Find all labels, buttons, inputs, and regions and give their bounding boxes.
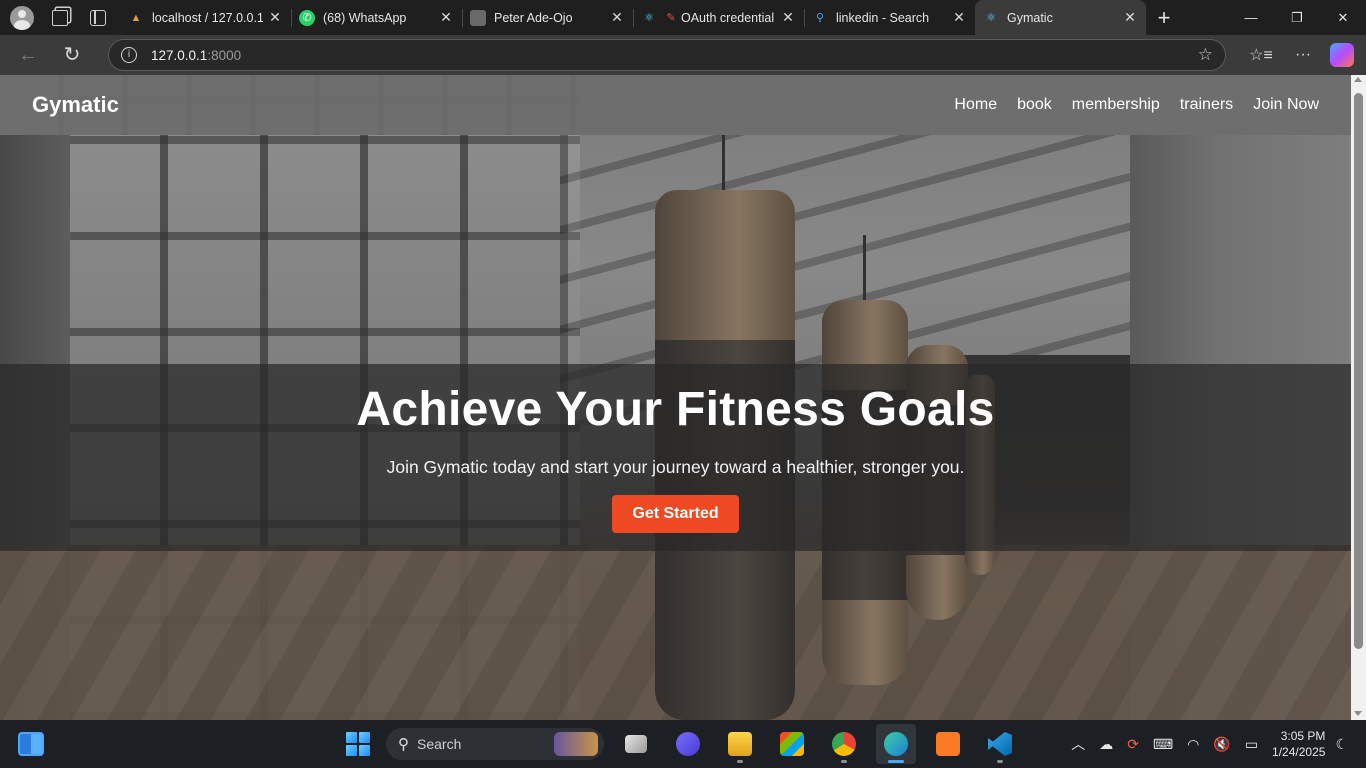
tab-title: localhost / 127.0.0.1 [152,10,263,25]
tab-title: (68) WhatsApp [323,10,407,25]
sync-icon[interactable]: ⟳ [1127,736,1139,753]
chevron-up-icon[interactable]: ︿ [1071,734,1085,754]
get-started-button[interactable]: Get Started [612,495,739,533]
search-highlight-icon [554,732,598,756]
favorite-star-icon[interactable]: ☆ [1198,45,1213,65]
tab-title: linkedin - Search [836,10,930,25]
tab-title: Gymatic [1007,10,1053,25]
xampp-icon[interactable] [928,724,968,764]
site-info-icon[interactable]: i [121,47,137,63]
site-menu: Home book membership trainers Join Now [934,96,1319,114]
close-tab-icon[interactable]: ✕ [438,9,454,26]
browser-tab-strip: ▲ localhost / 127.0.0.1 ✕ ✆ (68) WhatsAp… [0,0,1366,35]
tab-title: Peter Ade-Ojo [494,10,573,25]
react-icon: ⚛ [644,12,654,24]
store-icon[interactable] [772,724,812,764]
favorites-icon[interactable]: ☆≡ [1240,45,1282,65]
url-port: :8000 [207,47,242,63]
clock-date: 1/24/2025 [1272,745,1326,759]
close-tab-icon[interactable]: ✕ [267,9,283,26]
tab-title: OAuth credential [681,10,775,25]
tab-linkedin-search[interactable]: ⚲ linkedin - Search ✕ [804,0,975,35]
nav-membership-link[interactable]: membership [1072,96,1160,114]
wifi-icon[interactable]: ◠ [1187,736,1199,753]
running-indicator [997,760,1003,763]
keyboard-icon[interactable]: ⌨ [1153,736,1173,753]
search-icon: ⚲ [815,12,825,24]
reload-icon[interactable]: ↻ [54,39,90,71]
tab-profile[interactable]: Peter Ade-Ojo ✕ [462,0,633,35]
nav-join-now-link[interactable]: Join Now [1253,96,1319,114]
close-tab-icon[interactable]: ✕ [780,9,796,26]
tab-localhost[interactable]: ▲ localhost / 127.0.0.1 ✕ [120,0,291,35]
task-view-icon[interactable] [616,724,656,764]
taskbar-center: ⚲ Search [340,720,1020,768]
running-indicator [841,760,847,763]
site-navbar: Gymatic Home book membership trainers Jo… [0,75,1351,135]
site-logo[interactable]: Gymatic [32,92,119,118]
clock-time: 3:05 PM [1280,729,1326,743]
edge-icon[interactable] [876,724,916,764]
scroll-up-arrow-icon[interactable] [1354,77,1362,82]
address-bar[interactable]: i 127.0.0.1:8000 ☆ [108,39,1226,71]
window-controls: — ❐ ✕ [1228,0,1366,35]
running-indicator [888,760,904,763]
page-viewport: Gymatic Home book membership trainers Jo… [0,75,1351,720]
close-tab-icon[interactable]: ✕ [1122,9,1138,26]
taskbar-search[interactable]: ⚲ Search [386,728,604,760]
chrome-icon[interactable] [824,724,864,764]
profile-thumbnail-icon [470,9,486,26]
hero-title: Achieve Your Fitness Goals [356,383,995,436]
profile-avatar-icon[interactable] [10,5,34,30]
scrollbar-thumb[interactable] [1354,93,1363,649]
tabs-row: ▲ localhost / 127.0.0.1 ✕ ✆ (68) WhatsAp… [120,0,1146,35]
toolbar-right: ☆≡ ··· [1240,43,1354,67]
system-tray: ︿ ☁ ⟳ ⌨ ◠ 🔇 ▭ 3:05 PM 1/24/2025 ☾ [1071,720,1366,768]
meet-icon[interactable] [668,724,708,764]
pencil-icon: ✎ [666,12,676,24]
nav-trainers-link[interactable]: trainers [1180,96,1233,114]
back-arrow-icon[interactable]: ← [10,39,46,71]
battery-icon[interactable]: ▭ [1245,736,1258,753]
react-icon: ⚛ [986,12,996,24]
close-tab-icon[interactable]: ✕ [951,9,967,26]
nav-home-link[interactable]: Home [954,96,997,114]
scroll-down-arrow-icon[interactable] [1354,711,1362,716]
widgets-icon[interactable] [18,732,44,756]
windows-start-icon[interactable] [346,732,370,756]
tab-oauth[interactable]: ⚛ ✎ OAuth credential ✕ [633,0,804,35]
vscode-icon[interactable] [980,724,1020,764]
windows-taskbar: ⚲ Search ︿ ☁ ⟳ ⌨ ◠ 🔇 ▭ 3:05 PM 1/24/2025… [0,720,1366,768]
close-window-icon[interactable]: ✕ [1320,0,1366,35]
nav-book-link[interactable]: book [1017,96,1052,114]
collections-icon[interactable] [52,9,68,26]
browser-toolbar: ← ↻ i 127.0.0.1:8000 ☆ ☆≡ ··· [0,35,1366,75]
tab-gymatic[interactable]: ⚛ Gymatic ✕ [975,0,1146,35]
minimize-icon[interactable]: — [1228,0,1274,35]
hero-subtitle: Join Gymatic today and start your journe… [386,457,965,477]
restore-icon[interactable]: ❐ [1274,0,1320,35]
taskbar-search-label: Search [417,736,462,752]
volume-muted-icon[interactable]: 🔇 [1213,736,1230,753]
notifications-moon-icon[interactable]: ☾ [1335,736,1348,753]
copilot-icon[interactable] [1330,43,1354,67]
page-scrollbar[interactable] [1351,75,1366,720]
hero-section: Achieve Your Fitness Goals Join Gymatic … [0,364,1351,551]
phpmyadmin-icon: ▲ [130,11,142,24]
close-tab-icon[interactable]: ✕ [609,9,625,26]
new-tab-button[interactable]: + [1146,0,1182,35]
url-host: 127.0.0.1 [151,47,208,63]
running-indicator [737,760,743,763]
tab-whatsapp[interactable]: ✆ (68) WhatsApp ✕ [291,0,462,35]
whatsapp-icon: ✆ [299,9,315,26]
search-icon: ⚲ [398,736,409,753]
vertical-tabs-icon[interactable] [90,9,106,26]
file-explorer-icon[interactable] [720,724,760,764]
onedrive-icon[interactable]: ☁ [1099,736,1113,753]
clock[interactable]: 3:05 PM 1/24/2025 [1272,728,1325,760]
more-options-icon[interactable]: ··· [1282,46,1324,64]
